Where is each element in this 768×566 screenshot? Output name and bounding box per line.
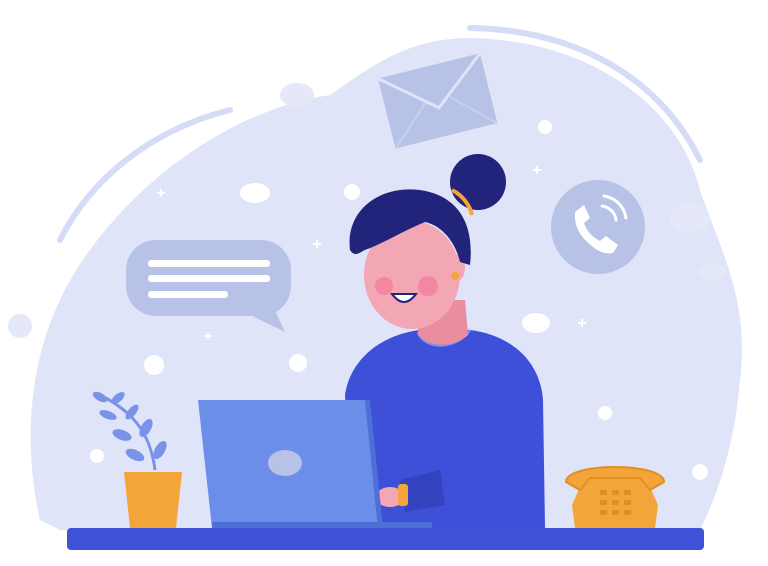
desk-telephone [564, 466, 666, 528]
woman-at-laptop-illustration [8, 25, 742, 550]
plant-pot [124, 472, 182, 528]
laptop-logo [268, 450, 302, 476]
earring [451, 272, 459, 280]
hair-bun [450, 154, 506, 210]
watch [398, 484, 408, 506]
desk [67, 528, 704, 550]
phone-call-icon [551, 180, 645, 274]
cheek [418, 276, 438, 296]
cheek [375, 277, 393, 295]
